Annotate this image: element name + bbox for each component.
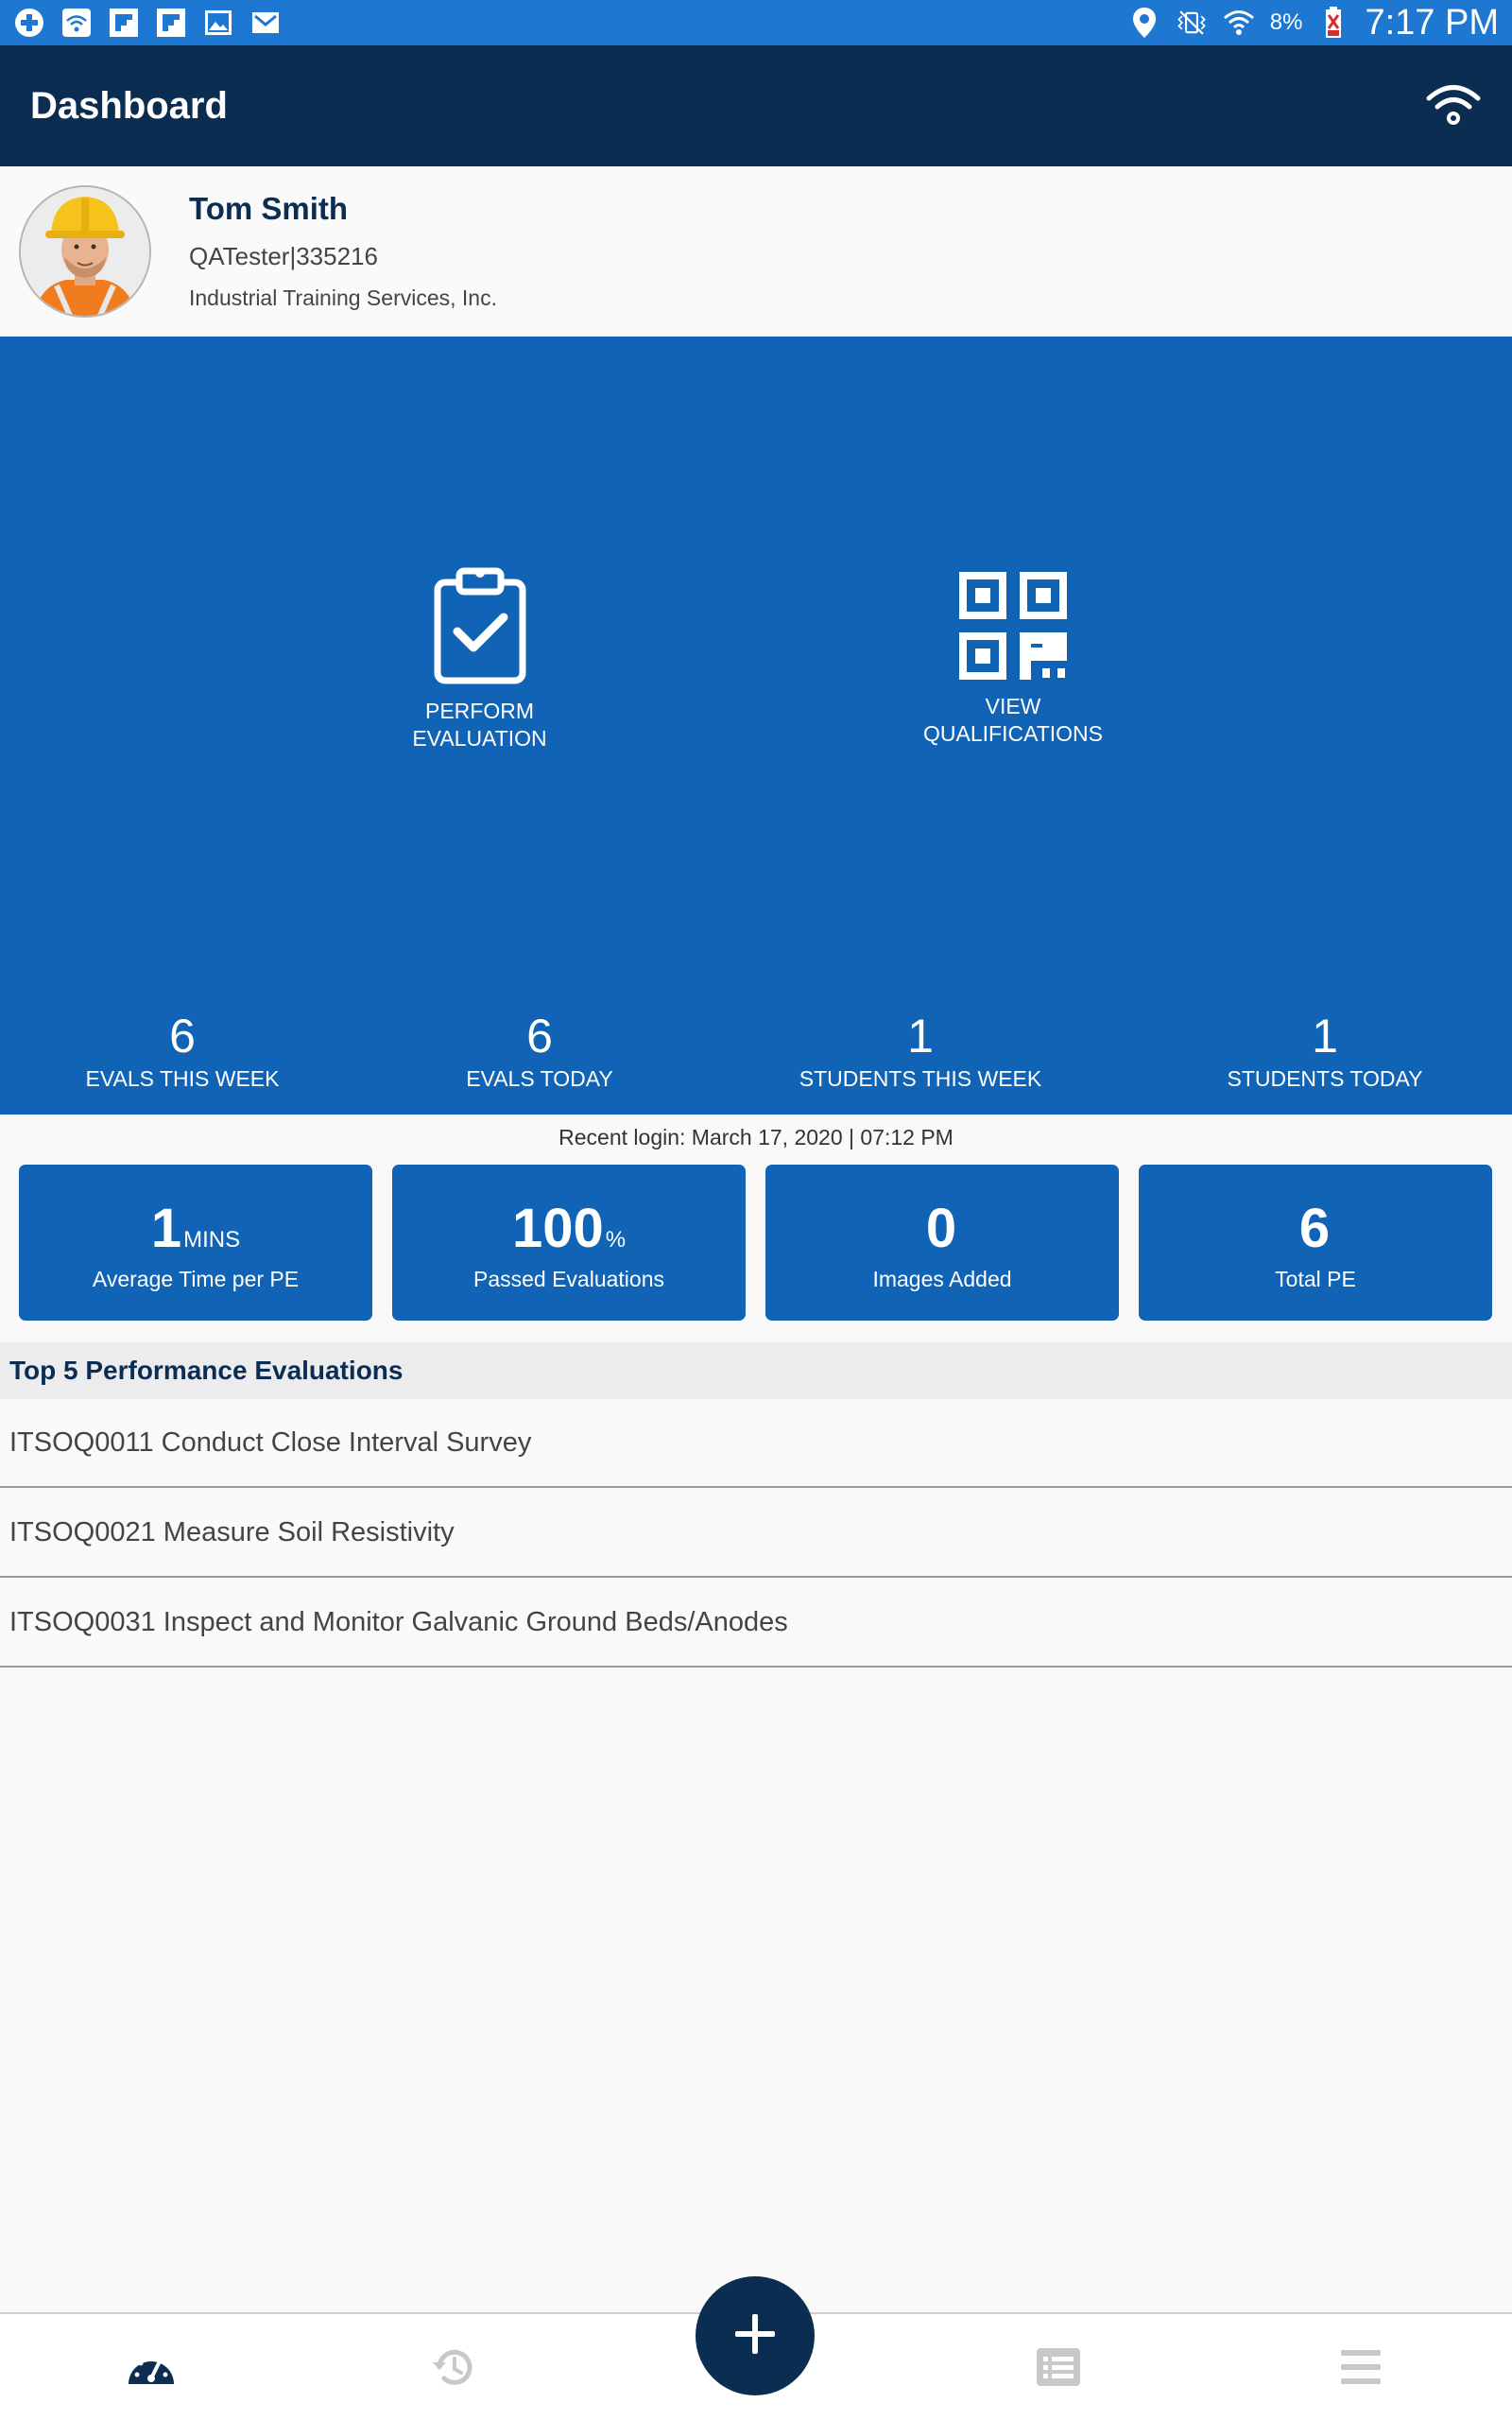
card-value: 0 — [925, 1198, 957, 1259]
stat-label: STUDENTS TODAY — [1227, 1066, 1423, 1091]
view-qualifications-button[interactable]: VIEW QUALIFICATIONS — [909, 572, 1117, 748]
stat-label: EVALS THIS WEEK — [85, 1066, 280, 1091]
card-label: Passed Evaluations — [472, 1267, 664, 1291]
nav-menu[interactable] — [1332, 2342, 1389, 2395]
status-time: 7:17 PM — [1365, 2, 1499, 43]
card-label: Average Time per PE — [92, 1267, 300, 1291]
stat-evals-this-week: 6 EVALS THIS WEEK — [86, 1010, 280, 1093]
stat-evals-today: 6 EVALS TODAY — [466, 1010, 613, 1093]
clipboard-check-icon — [387, 565, 572, 684]
list-item[interactable]: ITSOQ0011 Conduct Close Interval Survey — [0, 1399, 1512, 1488]
nav-history[interactable] — [425, 2342, 482, 2395]
hero-panel: PERFORM EVALUATION VIEW QUALIFICATIONS 6… — [0, 337, 1512, 1115]
top-pe-header: Top 5 Performance Evaluations — [0, 1342, 1512, 1399]
stat-value: 1 — [1312, 1010, 1338, 1063]
list-icon — [1035, 2346, 1082, 2393]
card-value: 6 — [1298, 1198, 1331, 1259]
profile-company: Industrial Training Services, Inc. — [189, 285, 497, 310]
stat-students-today: 1 STUDENTS TODAY — [1227, 1010, 1422, 1093]
flipboard-icon — [155, 8, 187, 38]
card-unit: % — [605, 1227, 627, 1253]
perform-evaluation-label-1: PERFORM — [425, 699, 534, 723]
card-unit: MINS — [183, 1227, 241, 1253]
status-bar-notifications — [13, 8, 282, 38]
stat-value: 6 — [526, 1010, 553, 1063]
battery-percent: 8% — [1269, 9, 1303, 35]
nav-list[interactable] — [1030, 2342, 1087, 2395]
status-bar: 8% 7:17 PM — [0, 0, 1512, 45]
profile-card: Tom Smith QATester|335216 Industrial Tra… — [0, 166, 1512, 337]
stat-label: EVALS TODAY — [466, 1066, 613, 1091]
status-bar-system: 8% 7:17 PM — [1128, 3, 1499, 43]
location-pin-icon — [1128, 8, 1160, 38]
profile-user-id: QATester|335216 — [189, 242, 378, 270]
card-average-time[interactable]: 1 MINS Average Time per PE — [19, 1165, 372, 1321]
flipboard-icon — [108, 8, 140, 38]
wifi-box-icon — [60, 8, 93, 38]
card-total-pe[interactable]: 6 Total PE — [1139, 1165, 1492, 1321]
page-title: Dashboard — [30, 84, 228, 127]
card-label: Images Added — [872, 1267, 1012, 1291]
stat-value: 1 — [907, 1010, 934, 1063]
battery-low-icon — [1317, 7, 1349, 38]
dashboard-gauge-icon — [126, 2346, 177, 2393]
plus-icon — [731, 2310, 779, 2362]
image-icon — [202, 8, 234, 38]
card-passed-evaluations[interactable]: 100 % Passed Evaluations — [392, 1165, 746, 1321]
menu-icon — [1339, 2348, 1383, 2391]
vibrate-mute-icon — [1176, 8, 1208, 38]
avatar — [19, 185, 151, 318]
qr-code-icon — [909, 572, 1117, 680]
list-item[interactable]: ITSOQ0021 Measure Soil Resistivity — [0, 1489, 1512, 1578]
profile-name: Tom Smith — [189, 191, 349, 226]
nav-dashboard[interactable] — [123, 2342, 180, 2395]
add-button[interactable] — [696, 2276, 815, 2395]
perform-evaluation-button[interactable]: PERFORM EVALUATION — [387, 565, 572, 752]
gmail-icon — [249, 8, 282, 38]
wifi-icon — [1223, 8, 1255, 38]
card-images-added[interactable]: 0 Images Added — [765, 1165, 1119, 1321]
perform-evaluation-label-2: EVALUATION — [412, 726, 547, 751]
stat-value: 6 — [169, 1010, 196, 1063]
app-bar: Dashboard — [0, 45, 1512, 166]
card-label: Total PE — [1275, 1267, 1356, 1291]
view-qualifications-label-1: VIEW — [985, 694, 1041, 718]
card-value: 100 — [511, 1198, 604, 1259]
list-item[interactable]: ITSOQ0031 Inspect and Monitor Galvanic G… — [0, 1579, 1512, 1668]
view-qualifications-label-2: QUALIFICATIONS — [923, 721, 1103, 746]
wifi-icon[interactable] — [1425, 82, 1482, 130]
history-icon — [430, 2343, 477, 2395]
card-value: 1 — [150, 1198, 182, 1259]
stat-students-this-week: 1 STUDENTS THIS WEEK — [799, 1010, 1041, 1093]
recent-login: Recent login: March 17, 2020 | 07:12 PM — [558, 1125, 954, 1150]
medical-cross-icon — [13, 8, 45, 38]
stat-label: STUDENTS THIS WEEK — [799, 1066, 1042, 1091]
